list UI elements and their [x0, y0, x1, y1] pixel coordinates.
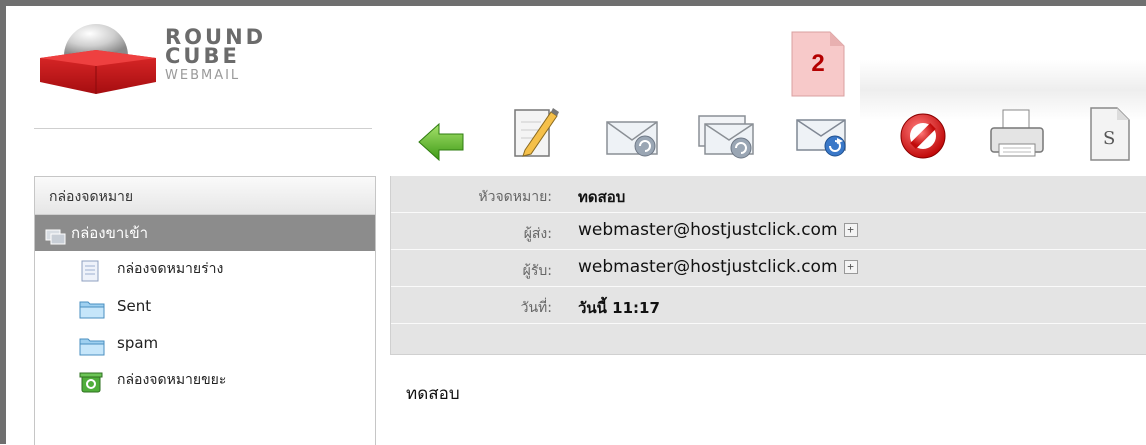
sidebar-item-label: กล่องขาเข้า [71, 224, 149, 242]
reply-all-icon [698, 115, 754, 159]
logo-line-webmail: WEBMAIL [165, 68, 241, 83]
folder-icon [79, 333, 105, 356]
header-row-to: ผู้รับ: webmaster@hostjustclick.com + [391, 250, 1146, 287]
to-label: ผู้รับ: [522, 263, 552, 279]
compose-icon [514, 108, 559, 157]
subject-label: หัวจดหมาย: [478, 189, 552, 205]
message-toolbar: S [405, 100, 1146, 170]
drafts-icon [79, 259, 101, 282]
header-row-from: ผู้ส่ง: webmaster@hostjustclick.com + [391, 213, 1146, 250]
print-button[interactable] [985, 100, 1045, 164]
logo-icon [40, 24, 156, 94]
sidebar-item-spam[interactable]: spam [35, 325, 375, 362]
to-address[interactable]: webmaster@hostjustclick.com [578, 257, 838, 277]
date-label: วันที่: [520, 300, 552, 316]
header-row-date: วันที่: วันนี้ 11:17 [391, 287, 1146, 324]
sidebar-item-trash[interactable]: กล่องจดหมายขยะ [35, 362, 375, 399]
compose-button[interactable] [505, 100, 565, 164]
header-row-subject: หัวจดหมาย: ทดสอบ [391, 176, 1146, 213]
reply-icon [606, 121, 658, 157]
inbox-icon [45, 223, 67, 245]
add-contact-icon[interactable]: + [843, 260, 858, 274]
sidebar-item-label: กล่องจดหมายขยะ [117, 372, 227, 388]
delete-icon [900, 113, 946, 159]
annotation-badge: 2 [790, 30, 846, 98]
logo-line-cube: CUBE [165, 44, 240, 68]
logo-divider [34, 128, 372, 129]
from-value: webmaster@hostjustclick.com + [578, 220, 858, 240]
sidebar-item-sent[interactable]: Sent [35, 288, 375, 325]
folder-icon [79, 296, 105, 319]
message-view: หัวจดหมาย: ทดสอบ ผู้ส่ง: webmaster@hostj… [390, 176, 1146, 444]
subject-value: ทดสอบ [578, 188, 626, 206]
annotation-number: 2 [811, 50, 825, 77]
message-headers: หัวจดหมาย: ทดสอบ ผู้ส่ง: webmaster@hostj… [390, 176, 1146, 354]
print-icon [990, 109, 1044, 157]
body-divider [390, 354, 1146, 355]
trash-icon [79, 370, 103, 393]
logo-wordmark: ROUND CUBE WEBMAIL [165, 27, 266, 85]
sidebar-item-drafts[interactable]: กล่องจดหมายร่าง [35, 251, 375, 288]
from-address[interactable]: webmaster@hostjustclick.com [578, 220, 838, 240]
view-source-button[interactable]: S [1081, 100, 1141, 164]
sidebar-item-label: Sent [117, 297, 152, 315]
source-icon: S [1090, 107, 1130, 161]
svg-text:S: S [1103, 128, 1115, 149]
add-contact-icon[interactable]: + [843, 223, 858, 237]
back-arrow-icon [418, 122, 464, 162]
forward-icon [796, 119, 846, 157]
sidebar-item-label: spam [117, 334, 159, 352]
reply-all-button[interactable] [697, 100, 757, 164]
message-body: ทดสอบ [406, 384, 460, 404]
delete-button[interactable] [893, 100, 953, 164]
back-button[interactable] [415, 100, 475, 164]
forward-button[interactable] [793, 100, 853, 164]
folder-sidebar: กล่องจดหมาย กล่องขาเข้า กล่องจดหมายร่าง … [34, 176, 376, 445]
sidebar-item-label: กล่องจดหมายร่าง [117, 261, 224, 277]
folder-list-header: กล่องจดหมาย [35, 177, 375, 215]
to-value: webmaster@hostjustclick.com + [578, 257, 858, 277]
from-label: ผู้ส่ง: [523, 226, 552, 242]
date-value: วันนี้ 11:17 [578, 299, 660, 317]
sidebar-item-inbox[interactable]: กล่องขาเข้า [35, 215, 375, 251]
reply-button[interactable] [603, 100, 663, 164]
